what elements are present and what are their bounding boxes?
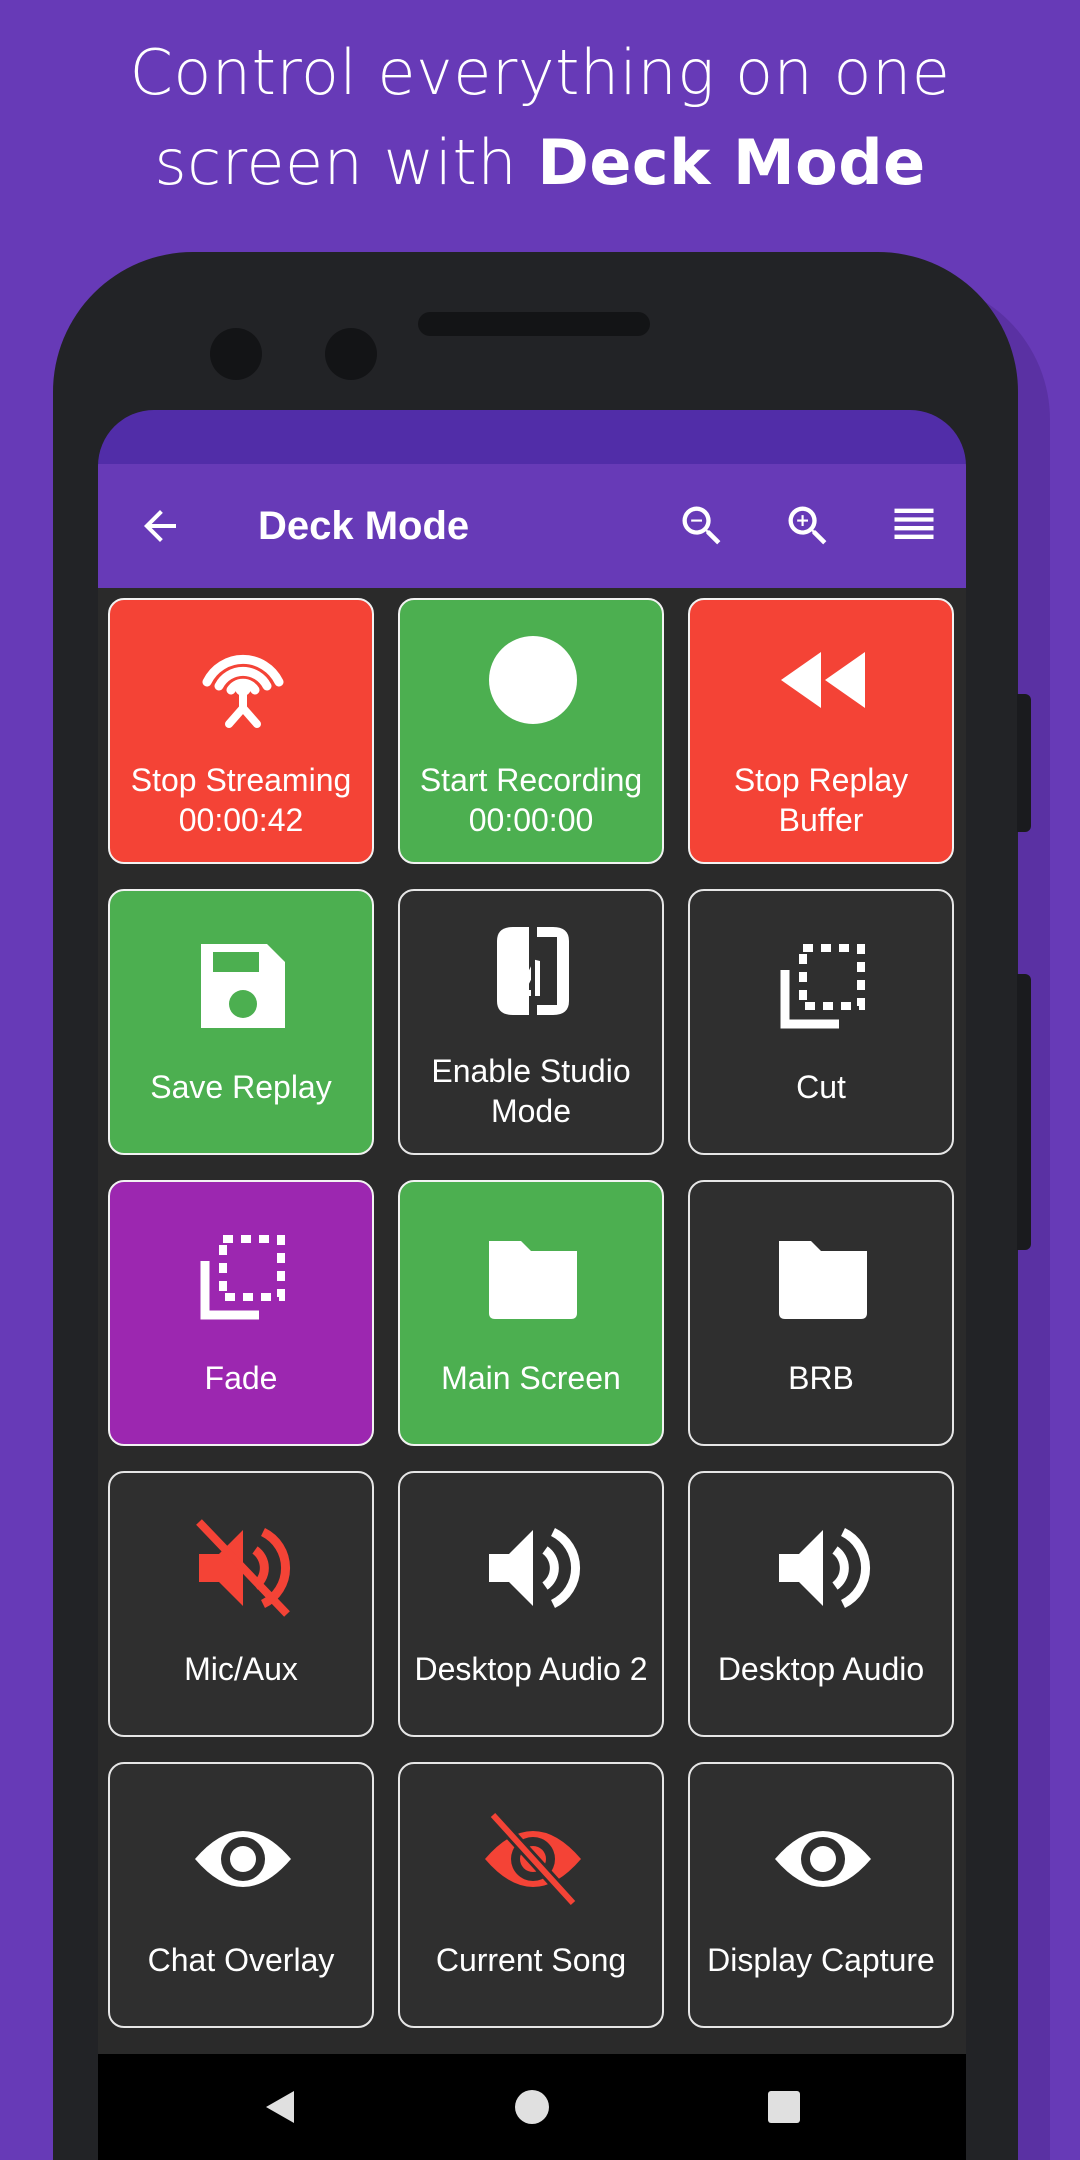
folder-icon xyxy=(779,1241,867,1319)
nav-recents-icon[interactable] xyxy=(764,2087,804,2127)
status-bar xyxy=(98,410,966,464)
folder-icon xyxy=(489,1241,577,1319)
deck-tile-label: Stop Replay Buffer xyxy=(733,762,909,838)
deck-tile-label: Enable Studio Mode xyxy=(431,1053,631,1129)
deck-tile-label: Save Replay xyxy=(150,1069,332,1105)
deck-tile-cut[interactable]: Cut xyxy=(688,889,954,1155)
deck-tile-label: Desktop Audio xyxy=(717,1651,925,1687)
deck-tile-brb[interactable]: BRB xyxy=(688,1180,954,1446)
transition-icon xyxy=(200,1235,285,1320)
deck-grid: Stop Streaming 00:00:42 Start Recording 0… xyxy=(108,598,956,2028)
nav-home-icon[interactable] xyxy=(512,2087,552,2127)
eye-icon xyxy=(775,1831,871,1887)
deck-tile-stop-replay[interactable]: Stop Replay Buffer xyxy=(688,598,954,864)
save-floppy-icon xyxy=(201,944,285,1028)
deck-tile-fade[interactable]: Fade xyxy=(108,1180,374,1446)
phone-side-button-upper xyxy=(1017,694,1031,832)
zoom-in-icon[interactable] xyxy=(782,500,834,552)
deck-tile-label: Start Recording 00:00:00 xyxy=(419,762,643,838)
deck-tile-chat-overlay[interactable]: Chat Overlay xyxy=(108,1762,374,2028)
deck-tile-label: Current Song xyxy=(435,1942,627,1978)
deck-tile-label: Main Screen xyxy=(441,1360,621,1396)
deck-tile-save-replay[interactable]: Save Replay xyxy=(108,889,374,1155)
system-nav-bar xyxy=(98,2054,966,2160)
earpiece-speaker xyxy=(418,312,650,336)
headline-line-1: Control everything on one xyxy=(129,36,951,109)
volume-muted-icon xyxy=(196,1519,290,1617)
broadcast-tower-icon xyxy=(202,655,284,728)
deck-tile-label: BRB xyxy=(788,1360,854,1396)
promo-headline: Control everything on one screen with De… xyxy=(0,28,1080,208)
eye-icon xyxy=(195,1831,291,1887)
headline-line-2-prefix: screen with xyxy=(154,126,538,199)
deck-tile-main-screen[interactable]: Main Screen xyxy=(398,1180,664,1446)
transition-icon xyxy=(780,944,865,1029)
headline-line-2: screen with Deck Mode xyxy=(0,118,1080,208)
deck-tile-label: Mic/Aux xyxy=(184,1651,298,1687)
phone-side-button-lower xyxy=(1017,974,1031,1250)
volume-icon xyxy=(489,1527,580,1609)
deck-tile-mic-aux[interactable]: Mic/Aux xyxy=(108,1471,374,1737)
list-view-icon[interactable] xyxy=(888,500,940,552)
deck-tile-display-capture[interactable]: Display Capture xyxy=(688,1762,954,2028)
deck-tile-label: Fade xyxy=(204,1360,278,1396)
deck-tile-current-song[interactable]: Current Song xyxy=(398,1762,664,2028)
arrow-back-icon[interactable] xyxy=(136,502,184,550)
deck-tile-start-recording[interactable]: Start Recording 00:00:00 xyxy=(398,598,664,864)
eye-off-icon xyxy=(485,1810,581,1908)
zoom-out-icon[interactable] xyxy=(676,500,728,552)
record-circle-icon xyxy=(489,636,577,724)
deck-tile-label: Cut xyxy=(796,1069,846,1105)
deck-tile-label: Chat Overlay xyxy=(147,1942,335,1978)
deck-tile-desktop-audio[interactable]: Desktop Audio xyxy=(688,1471,954,1737)
front-sensor-icon xyxy=(325,328,377,380)
volume-icon xyxy=(779,1527,870,1609)
deck-tile-label: Display Capture xyxy=(707,1942,935,1978)
nav-back-icon[interactable] xyxy=(260,2087,300,2127)
rewind-icon xyxy=(781,652,865,708)
deck-tile-enable-studio[interactable]: Enable Studio Mode xyxy=(398,889,664,1155)
page-title: Deck Mode xyxy=(258,504,470,548)
deck-tile-label: Stop Streaming 00:00:42 xyxy=(130,762,352,838)
phone-screen: Deck Mode Stop Streaming 00:00:42 Start R… xyxy=(98,410,966,2160)
headline-bold: Deck Mode xyxy=(537,126,926,199)
studio-mode-icon xyxy=(497,923,569,1019)
app-bar: Deck Mode xyxy=(98,464,966,588)
deck-tile-label: Desktop Audio 2 xyxy=(414,1651,648,1687)
front-camera-icon xyxy=(210,328,262,380)
deck-tile-desktop-audio-2[interactable]: Desktop Audio 2 xyxy=(398,1471,664,1737)
deck-tile-stop-streaming[interactable]: Stop Streaming 00:00:42 xyxy=(108,598,374,864)
